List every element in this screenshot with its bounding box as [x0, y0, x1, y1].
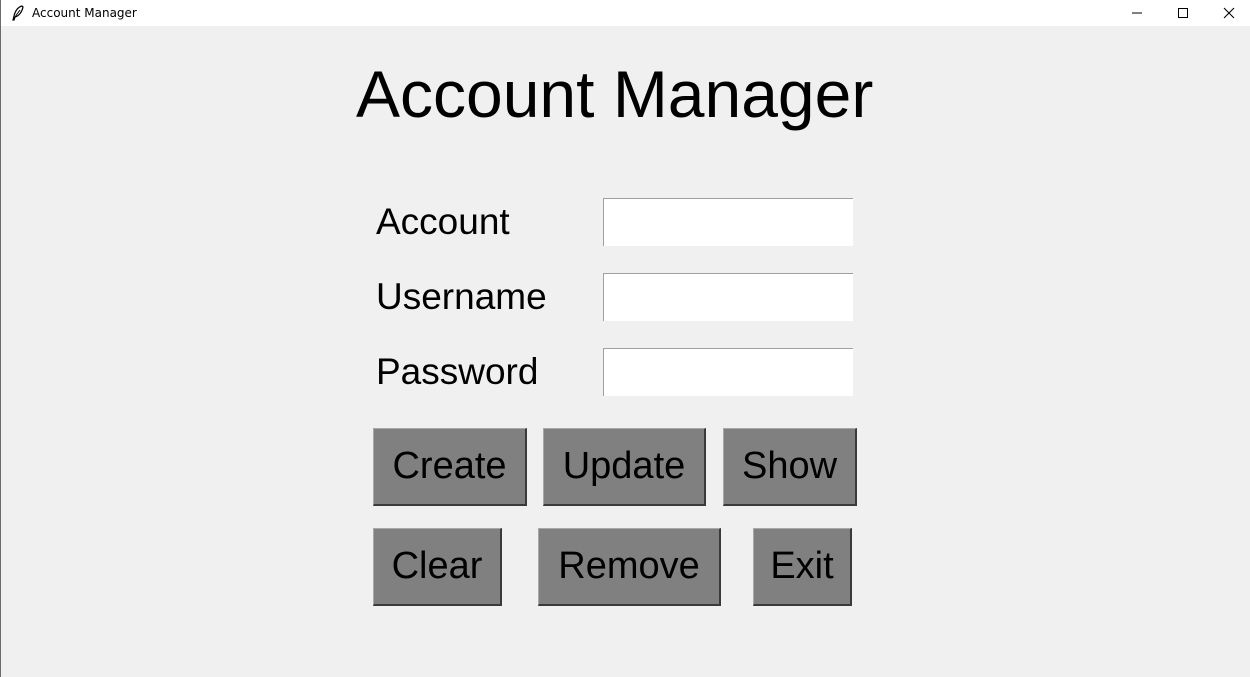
- minimize-icon: [1131, 7, 1143, 19]
- window-title: Account Manager: [32, 6, 137, 20]
- feather-icon: [11, 5, 25, 21]
- username-label: Username: [376, 276, 547, 317]
- username-input[interactable]: [603, 273, 853, 321]
- maximize-icon: [1177, 7, 1189, 19]
- account-label: Account: [376, 201, 510, 242]
- page-title: Account Manager: [356, 57, 874, 131]
- show-button[interactable]: Show: [723, 428, 857, 506]
- title-bar[interactable]: Account Manager: [1, 0, 1250, 26]
- minimize-button[interactable]: [1114, 0, 1160, 26]
- account-input[interactable]: [603, 198, 853, 246]
- remove-button[interactable]: Remove: [538, 528, 721, 606]
- create-button[interactable]: Create: [373, 428, 527, 506]
- update-button[interactable]: Update: [543, 428, 706, 506]
- password-label: Password: [376, 351, 539, 392]
- exit-button[interactable]: Exit: [753, 528, 852, 606]
- clear-button[interactable]: Clear: [373, 528, 502, 606]
- close-button[interactable]: [1206, 0, 1250, 26]
- maximize-button[interactable]: [1160, 0, 1206, 26]
- close-icon: [1223, 7, 1235, 19]
- app-window: Account Manager Account Manager Account …: [0, 0, 1250, 677]
- password-input[interactable]: [603, 348, 853, 396]
